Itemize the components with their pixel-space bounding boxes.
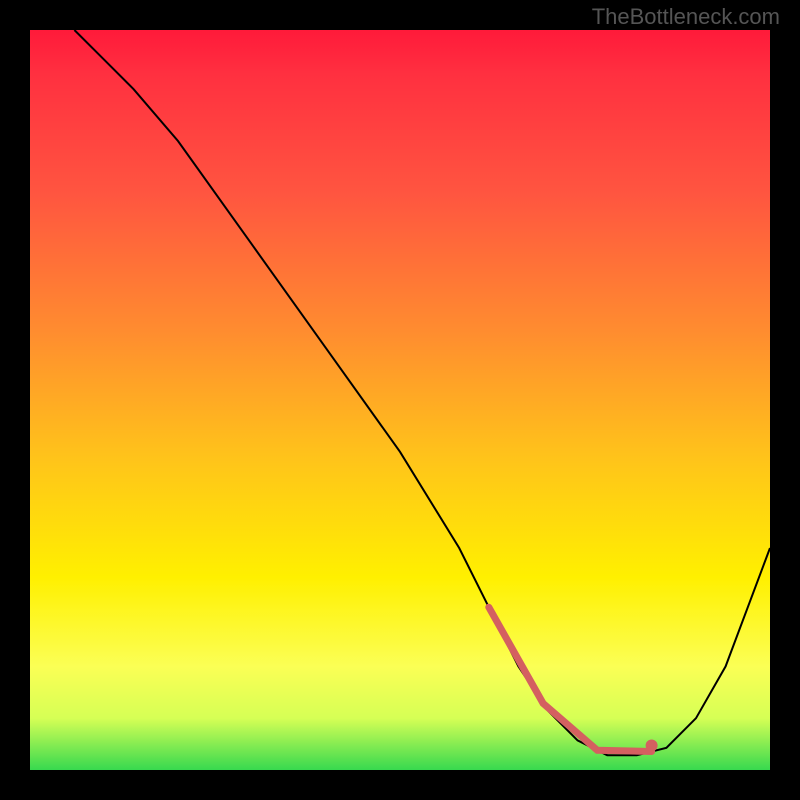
bottleneck-curve-line (74, 30, 770, 755)
bottleneck-curve-svg (30, 30, 770, 770)
optimal-range-marker (489, 607, 652, 751)
optimal-point-marker-icon (646, 740, 658, 752)
watermark-text: TheBottleneck.com (592, 4, 780, 30)
chart-plot-area (30, 30, 770, 770)
